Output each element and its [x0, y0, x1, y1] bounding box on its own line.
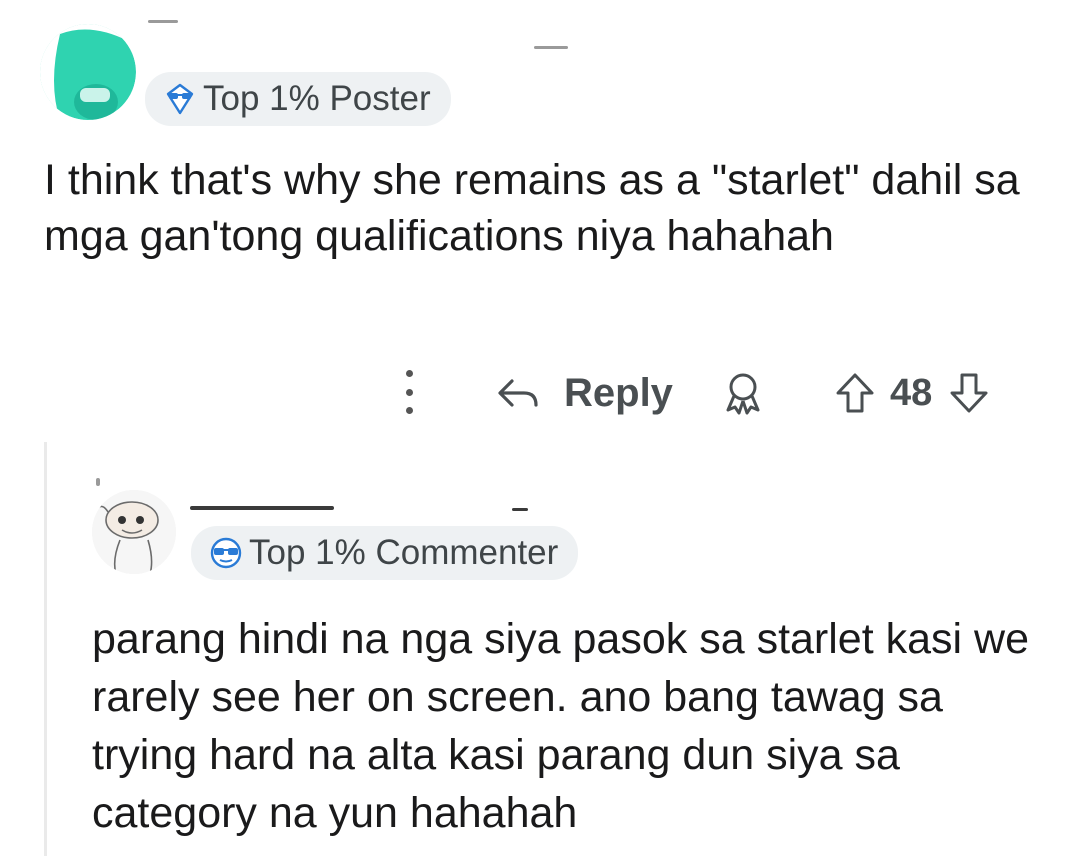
- glasses-badge-icon: [209, 536, 243, 570]
- upvote-arrow-icon[interactable]: [834, 371, 876, 415]
- redacted-timestamp: [512, 508, 528, 511]
- diamond-glasses-icon: [163, 82, 197, 116]
- avatar[interactable]: [40, 24, 136, 120]
- comment-body: parang hindi na nga siya pasok sa starle…: [92, 615, 1029, 837]
- reply-arrow-icon: [498, 379, 538, 407]
- kebab-dot: [405, 370, 413, 377]
- award-button[interactable]: [720, 370, 766, 421]
- redacted-username: [148, 20, 178, 23]
- user-flair: Top 1% Commenter: [191, 526, 579, 580]
- redacted-username: [96, 478, 100, 486]
- flair-label: Top 1% Commenter: [249, 533, 559, 572]
- reply-button[interactable]: Reply: [496, 368, 673, 418]
- redacted-timestamp: [534, 46, 568, 49]
- award-icon: [726, 373, 760, 415]
- vote-score: 48: [890, 371, 933, 414]
- vote-controls: 48: [834, 368, 990, 418]
- redacted-username: [190, 506, 334, 510]
- reply-label: Reply: [564, 370, 673, 415]
- flair-label: Top 1% Poster: [203, 79, 431, 118]
- avatar[interactable]: [92, 490, 176, 574]
- user-flair: Top 1% Poster: [145, 72, 451, 126]
- comment-body: I think that's why she remains as a "sta…: [44, 156, 1020, 260]
- kebab-dot: [405, 388, 413, 396]
- thread-line[interactable]: [44, 442, 47, 856]
- kebab-dot: [405, 407, 413, 414]
- downvote-arrow-icon[interactable]: [948, 371, 990, 415]
- more-options-button[interactable]: [394, 370, 424, 414]
